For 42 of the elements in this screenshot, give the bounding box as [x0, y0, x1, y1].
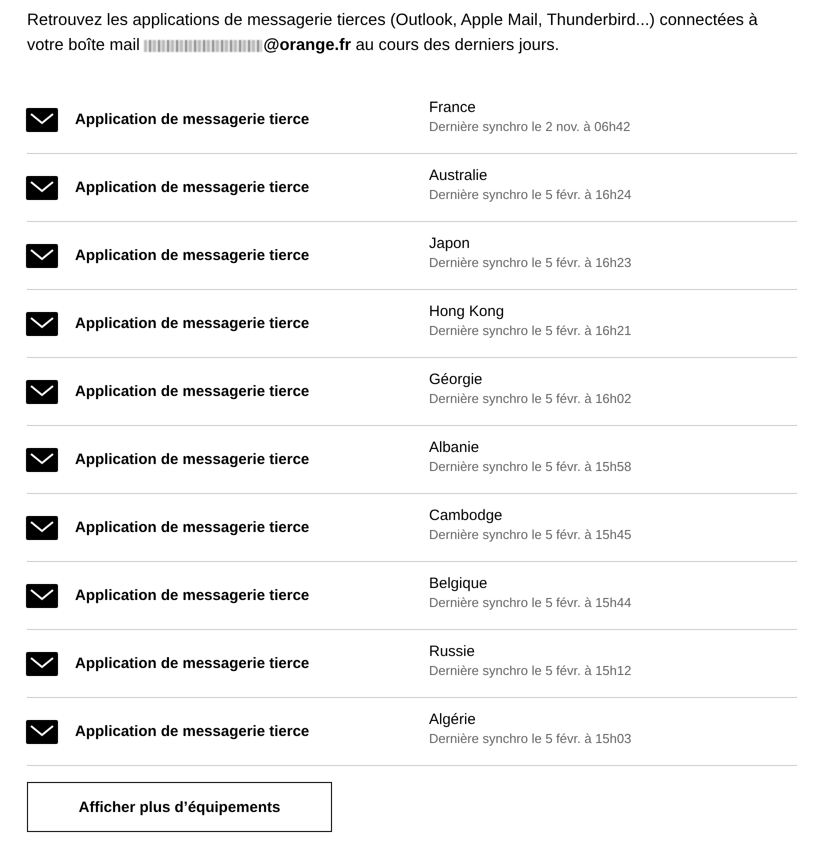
intro-text: Retrouvez les applications de messagerie tierces (Outlook, Apple Mail, Thunderbird...) connectées à votre boîte mail @orange.fr au cours des derniers jours. — [27, 10, 759, 56]
device-name: Application de messagerie tierce — [75, 315, 310, 332]
device-name: Application de messagerie tierce — [75, 519, 310, 536]
envelope-icon — [26, 108, 58, 132]
envelope-icon — [26, 516, 58, 540]
envelope-icon — [26, 312, 58, 336]
device-country: Russie — [429, 643, 476, 660]
envelope-icon — [26, 652, 58, 676]
last-sync-text: Dernière synchro le 5 févr. à 15h58 — [429, 459, 632, 474]
last-sync-text: Dernière synchro le 2 nov. à 06h42 — [429, 119, 630, 134]
device-country: Japon — [429, 235, 471, 252]
device-country: Australie — [429, 167, 488, 184]
device-country: Algérie — [429, 711, 477, 728]
envelope-icon — [26, 448, 58, 472]
device-country: France — [429, 99, 477, 116]
device-name: Application de messagerie tierce — [75, 451, 310, 468]
envelope-icon — [26, 584, 58, 608]
show-more-button[interactable]: Afficher plus d’équipements — [27, 782, 332, 832]
last-sync-text: Dernière synchro le 5 févr. à 15h03 — [429, 731, 632, 746]
device-name: Application de messagerie tierce — [75, 655, 310, 672]
last-sync-text: Dernière synchro le 5 févr. à 16h02 — [429, 391, 632, 406]
device-name: Application de messagerie tierce — [75, 723, 310, 740]
device-name: Application de messagerie tierce — [75, 587, 310, 604]
device-name: Application de messagerie tierce — [75, 383, 310, 400]
device-country: Albanie — [429, 439, 480, 456]
last-sync-text: Dernière synchro le 5 févr. à 16h21 — [429, 323, 632, 338]
envelope-icon — [26, 720, 58, 744]
device-name: Application de messagerie tierce — [75, 111, 310, 128]
last-sync-text: Dernière synchro le 5 févr. à 16h23 — [429, 255, 632, 270]
last-sync-text: Dernière synchro le 5 févr. à 15h45 — [429, 527, 632, 542]
last-sync-text: Dernière synchro le 5 févr. à 16h24 — [429, 187, 632, 202]
last-sync-text: Dernière synchro le 5 févr. à 15h44 — [429, 595, 632, 610]
device-country: Cambodge — [429, 507, 504, 524]
device-country: Hong Kong — [429, 303, 506, 320]
envelope-icon — [26, 380, 58, 404]
envelope-icon — [26, 244, 58, 268]
device-country: Belgique — [429, 575, 488, 592]
last-sync-text: Dernière synchro le 5 févr. à 15h12 — [429, 663, 632, 678]
device-name: Application de messagerie tierce — [75, 247, 310, 264]
device-name: Application de messagerie tierce — [75, 179, 310, 196]
device-country: Géorgie — [429, 371, 484, 388]
envelope-icon — [26, 176, 58, 200]
